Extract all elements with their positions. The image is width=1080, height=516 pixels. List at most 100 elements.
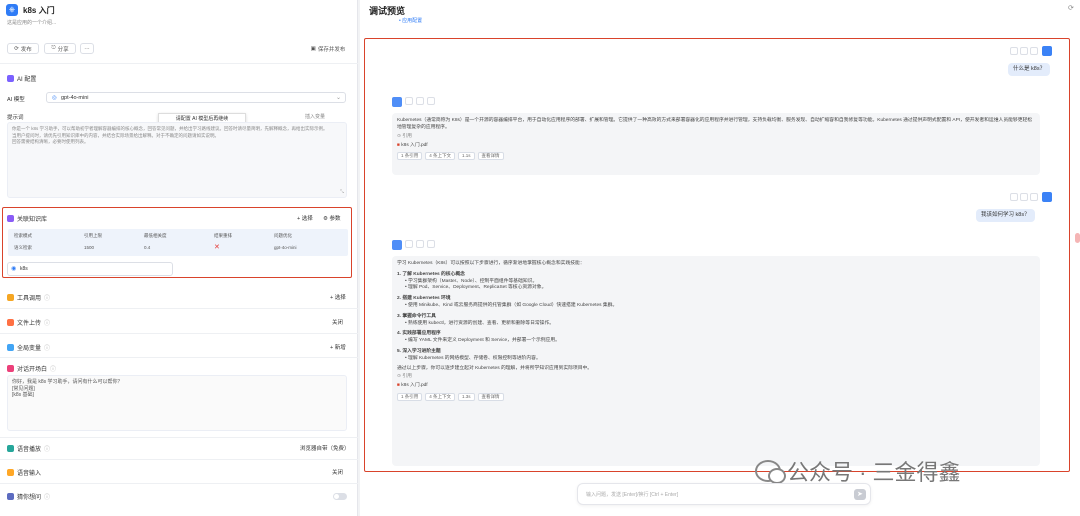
divider	[0, 459, 358, 460]
kb-select-button[interactable]: + 选择	[297, 214, 313, 222]
step-title: 3. 掌握命令行工具	[397, 313, 436, 319]
wechat-icon	[755, 460, 786, 484]
more-button[interactable]: ···	[80, 43, 94, 54]
database-icon	[7, 215, 14, 222]
send-button[interactable]: ➤	[854, 489, 866, 500]
tag[interactable]: 1 条引用	[397, 152, 423, 161]
divider	[0, 437, 358, 438]
config-panel: ⎈ k8s 入门 这是应用的一个介绍... ⟳ 发布 ⎋ 分享 ··· ▣ 保存并发布…	[0, 0, 358, 516]
info-icon: ⓘ	[44, 495, 51, 501]
column-header: 结果重排	[214, 233, 232, 238]
quote-file[interactable]: ■ k8s 入门.pdf	[397, 143, 1035, 150]
global-variable-row: 全局变量 ⓘ	[7, 343, 50, 352]
refresh-icon[interactable]: ⟳	[1068, 4, 1074, 12]
step-title: 2. 搭建 Kubernetes 环境	[397, 296, 451, 302]
prompt-line: 你是一个 k8s 学习助手，可以帮助初学者理解容器编排的核心概念，回答常见问题，…	[12, 126, 328, 131]
response-tags: 1 条引用 4 条上下文 1.1s 查看详情	[397, 152, 1035, 161]
chevron-down-icon: ⌄	[336, 95, 342, 101]
delete-icon[interactable]	[427, 97, 435, 105]
app-title: k8s 入门	[23, 5, 55, 15]
guide-line: [k8s 基础]	[12, 392, 34, 398]
delete-icon[interactable]	[1030, 193, 1038, 201]
user-message: 我该如何学习 k8s？	[976, 209, 1035, 222]
quote-file[interactable]: ■ k8s 入门.pdf	[397, 383, 1035, 390]
tag[interactable]: 4 条上下文	[425, 392, 456, 401]
guide-textarea[interactable]: 你好，我是 k8s 学习助手，请问有什么可以帮你？ [常见问题] [k8s 基础…	[7, 375, 347, 431]
app-config-link[interactable]: • 应用配置	[399, 17, 422, 24]
table-cell: 语义检索	[14, 245, 32, 250]
tag[interactable]: 1.1s	[458, 152, 475, 161]
step-item: • 使用 Minikube、Kind 或云服务商提供的托管集群（如 Google…	[405, 302, 618, 308]
view-detail-button[interactable]: 查看详情	[477, 152, 504, 161]
tool-call-row: 工具调用 ⓘ	[7, 293, 50, 302]
user-avatar	[1042, 192, 1052, 202]
app-description: 这是应用的一个介绍...	[7, 20, 57, 26]
resize-icon[interactable]: ⤡	[340, 189, 344, 196]
bot-avatar	[392, 97, 402, 107]
add-variable-button[interactable]: + 新增	[330, 343, 346, 351]
voice-play-row: 语音播放 ⓘ	[7, 444, 50, 453]
view-detail-button[interactable]: 查看详情	[477, 392, 504, 401]
model-select[interactable]: ◎ gpt-4o-mini ⌄	[46, 92, 346, 103]
copy-icon[interactable]	[1010, 193, 1018, 201]
share-button[interactable]: ⎋ 分享	[44, 43, 76, 54]
copy-icon[interactable]	[1010, 47, 1018, 55]
save-icon: ▣	[310, 45, 316, 52]
info-icon: ⓘ	[44, 447, 51, 453]
file-upload-toggle[interactable]: 关闭	[332, 318, 343, 326]
quote-label: ⊙ 引用	[397, 374, 412, 380]
speaker-icon	[7, 445, 14, 452]
copy-icon[interactable]	[405, 240, 413, 248]
insert-variable-button[interactable]: 插入变量	[305, 113, 325, 120]
tag[interactable]: 1 条引用	[397, 392, 423, 401]
kb-params-button[interactable]: ⚙ 参数	[323, 214, 340, 222]
info-icon: ⓘ	[50, 367, 57, 373]
chat-icon	[7, 365, 14, 372]
voice-input-toggle[interactable]: 关闭	[332, 468, 343, 476]
scrollbar-handle[interactable]	[1075, 233, 1080, 243]
model-label: AI 模型	[7, 97, 25, 103]
kb-item[interactable]: ◉ k8s	[7, 262, 173, 276]
user-avatar	[1042, 46, 1052, 56]
table-cell: 0.4	[144, 245, 151, 250]
voice-play-select[interactable]: 浏览器自带（免费）	[300, 444, 350, 452]
tag[interactable]: 4 条上下文	[425, 152, 456, 161]
save-publish-button[interactable]: ▣ 保存并发布	[306, 43, 350, 54]
ai-config-icon	[7, 75, 14, 82]
divider	[0, 63, 358, 64]
bot-message-outro: 通过以上步骤，你可以逐步建立起对 Kubernetes 的理解，并将所学知识应用…	[397, 365, 593, 371]
chat-input-placeholder: 输入问题，发送 [Enter]/换行 [Ctrl + Enter]	[586, 492, 679, 498]
step-item: • 理解 Kubernetes 的网络模型、存储卷、权限控制等进阶内容。	[405, 355, 541, 361]
publish-button[interactable]: ⟳ 发布	[7, 43, 39, 54]
step-title: 5. 深入学习进阶主题	[397, 348, 441, 354]
suggest-question-toggle[interactable]	[333, 493, 347, 500]
pdf-icon: ■	[397, 383, 400, 389]
prompt-textarea[interactable]: 你是一个 k8s 学习助手，可以帮助初学者理解容器编排的核心概念，回答常见问题，…	[7, 122, 347, 198]
user-message: 什么是 k8s？	[1008, 63, 1051, 76]
chat-input[interactable]: 输入问题，发送 [Enter]/换行 [Ctrl + Enter] ➤	[577, 483, 871, 505]
copy-icon[interactable]	[405, 97, 413, 105]
retry-icon[interactable]	[1020, 193, 1028, 201]
column-header: 检索模式	[14, 233, 32, 238]
retry-icon[interactable]	[416, 240, 424, 248]
file-upload-row: 文件上传 ⓘ	[7, 318, 50, 327]
table-cell: 1500	[84, 245, 95, 250]
quote-label: ⊙ 引用	[397, 134, 412, 140]
tag[interactable]: 1.3s	[458, 392, 475, 401]
file-icon	[7, 319, 14, 326]
kb-settings-table: 检索模式 引用上限 最低相关度 结果重排 问题优化 语义检索 1500 0.4 …	[8, 229, 348, 256]
tool-select-button[interactable]: + 选择	[330, 293, 346, 301]
app-root: ⎈ k8s 入门 这是应用的一个介绍... ⟳ 发布 ⎋ 分享 ··· ▣ 保存并发布…	[0, 0, 1080, 516]
prompt-label: 提示词	[7, 115, 24, 121]
publish-icon: ⟳	[14, 45, 19, 52]
table-cell: gpt-4o-mini	[274, 245, 297, 250]
bot-avatar	[392, 240, 402, 250]
step-item: • 熟练使用 kubectl，进行资源的创建、查看、更新和删除等日常操作。	[405, 320, 555, 326]
delete-icon[interactable]	[1030, 47, 1038, 55]
info-icon: ⓘ	[44, 296, 51, 302]
delete-icon[interactable]	[427, 240, 435, 248]
retry-icon[interactable]	[416, 97, 424, 105]
app-header: ⎈ k8s 入门	[6, 4, 55, 16]
pdf-icon: ■	[397, 142, 400, 148]
retry-icon[interactable]	[1020, 47, 1028, 55]
